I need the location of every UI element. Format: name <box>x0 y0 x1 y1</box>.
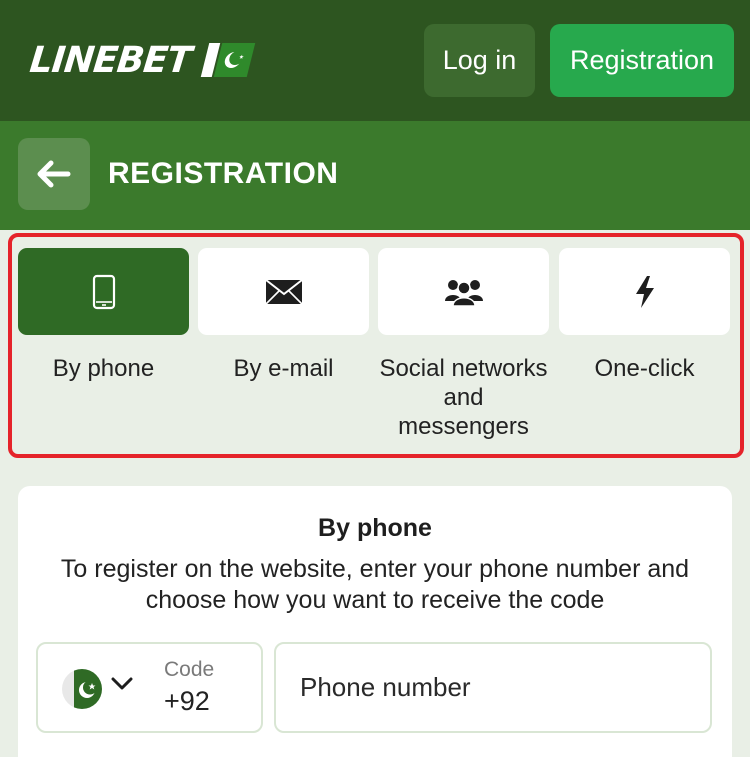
users-icon <box>444 279 483 307</box>
method-social-networks[interactable]: Social networks and messengers <box>378 248 549 441</box>
method-label: By e-mail <box>233 355 334 382</box>
chevron-down-icon <box>111 677 133 690</box>
linebet-logo[interactable]: LINEBET <box>27 38 255 82</box>
page-title: REGISTRATION <box>108 157 339 190</box>
form-description: To register on the website, enter your p… <box>60 555 690 614</box>
top-bar: LINEBET Log in Registration <box>0 0 750 121</box>
pakistan-flag-icon <box>62 669 102 709</box>
code-label: Code <box>164 658 215 681</box>
method-by-email[interactable]: By e-mail <box>198 248 369 383</box>
method-tile[interactable] <box>378 248 549 335</box>
method-tile[interactable] <box>18 248 189 335</box>
registration-form-card: By phone To register on the website, ent… <box>18 486 732 757</box>
method-label: By phone <box>52 355 155 382</box>
title-bar: REGISTRATION <box>0 121 750 230</box>
registration-button[interactable]: Registration <box>550 24 734 97</box>
country-code-selector[interactable]: Code +92 <box>36 642 263 733</box>
method-label: Social networks and messengers <box>379 355 548 440</box>
envelope-icon <box>264 278 303 305</box>
code-value: +92 <box>164 686 210 716</box>
phone-number-input[interactable] <box>300 672 690 703</box>
lightning-icon <box>635 275 654 308</box>
phone-icon <box>92 274 115 309</box>
phone-number-field[interactable] <box>274 642 712 733</box>
pakistan-flag-icon <box>200 43 255 77</box>
back-button[interactable] <box>18 138 90 210</box>
login-button[interactable]: Log in <box>424 24 535 97</box>
logo-text: LINEBET <box>27 39 193 81</box>
form-title: By phone <box>318 514 432 542</box>
method-one-click[interactable]: One-click <box>559 248 730 383</box>
method-by-phone[interactable]: By phone <box>18 248 189 383</box>
method-tile[interactable] <box>198 248 369 335</box>
method-label: One-click <box>594 355 695 382</box>
method-tile[interactable] <box>559 248 730 335</box>
arrow-left-icon <box>37 160 71 188</box>
